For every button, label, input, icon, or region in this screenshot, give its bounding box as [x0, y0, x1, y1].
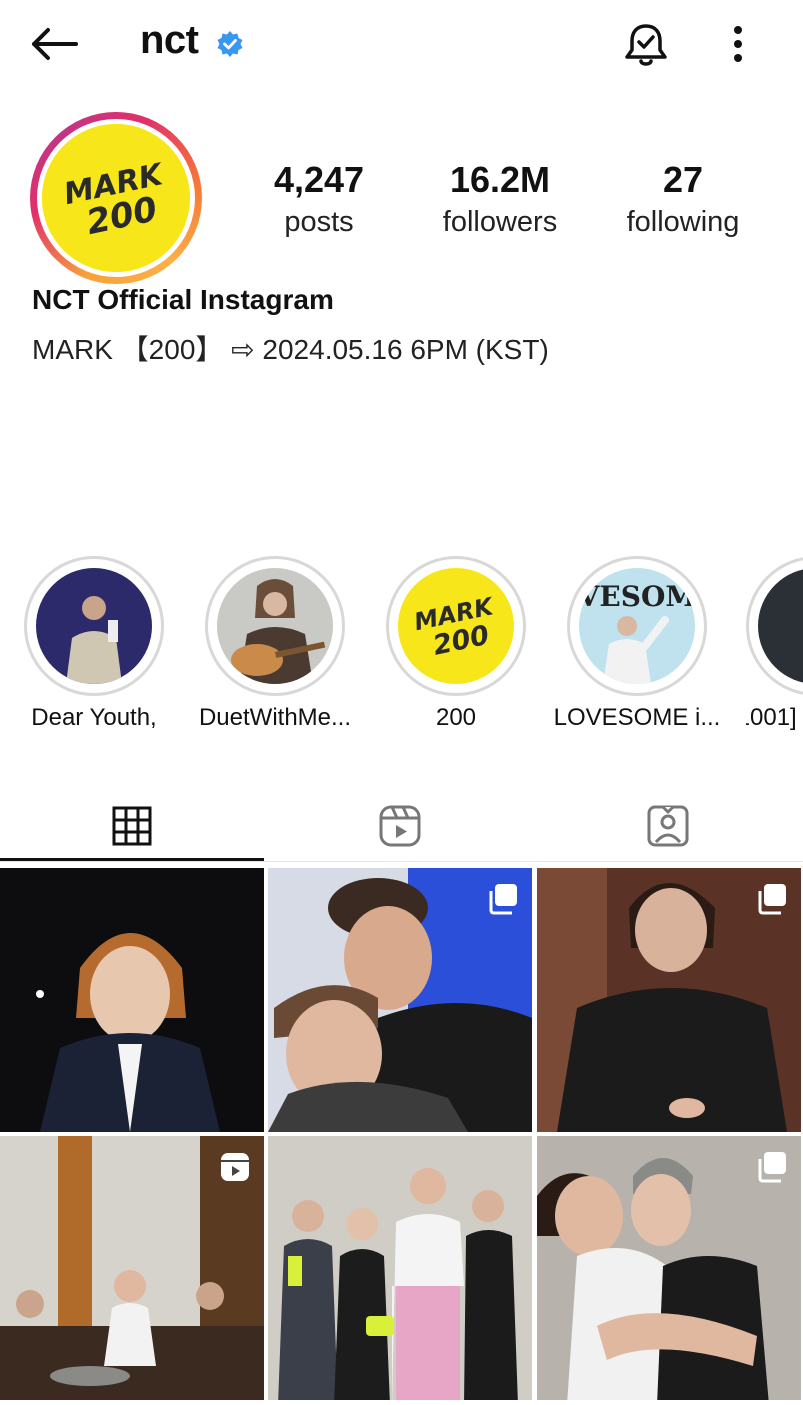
bell-check-icon — [625, 24, 667, 66]
highlight-item[interactable]: Dear Youth, — [22, 556, 166, 731]
arrow-left-icon — [32, 28, 78, 60]
notifications-button[interactable] — [620, 20, 672, 70]
tab-tagged[interactable] — [536, 790, 800, 862]
following-count: 27 — [662, 159, 704, 200]
highlight-cover-image — [36, 568, 152, 684]
profile-avatar[interactable]: MARK 200 — [30, 112, 202, 284]
tab-reels[interactable] — [268, 790, 532, 862]
carousel-badge-icon — [489, 884, 517, 915]
followers-stat[interactable]: 16.2M followers — [415, 158, 585, 242]
profile-username: nct — [140, 18, 199, 62]
reels-icon — [379, 805, 421, 847]
post-thumbnail[interactable] — [537, 868, 801, 1132]
verified-badge-icon — [216, 30, 244, 58]
tab-divider — [0, 861, 803, 862]
posts-label: posts — [284, 206, 354, 238]
profile-bio: MARK 【200】 ⇨ 2024.05.16 6PM (KST) — [32, 334, 549, 365]
post-thumbnail[interactable] — [268, 868, 532, 1132]
post-image — [268, 1136, 532, 1400]
more-options-button[interactable] — [718, 22, 758, 68]
followers-label: followers — [442, 206, 558, 238]
highlight-cover-image — [217, 568, 333, 684]
carousel-badge-icon — [758, 884, 786, 915]
posts-stat[interactable]: 4,247 posts — [234, 158, 404, 242]
svg-text:VESOM: VESOM — [579, 580, 695, 613]
highlight-label: 200 — [435, 704, 477, 731]
highlight-item[interactable]: VESOM LOVESOME i... — [554, 556, 720, 731]
highlight-label: Dear Youth, — [31, 704, 157, 731]
post-thumbnail[interactable] — [537, 1136, 801, 1400]
highlight-label: [1001] — [746, 704, 797, 731]
carousel-badge-icon — [758, 1152, 786, 1183]
profile-display-name: NCT Official Instagram — [32, 284, 334, 315]
more-vertical-icon — [734, 26, 742, 62]
highlight-item[interactable]: MARK 200 200 — [384, 556, 528, 731]
tagged-person-icon — [647, 805, 689, 847]
tab-posts-grid[interactable] — [0, 790, 264, 862]
post-thumbnail[interactable] — [0, 868, 264, 1132]
post-image — [0, 868, 264, 1132]
highlight-item[interactable]: DuetWithMe... — [199, 556, 351, 731]
avatar-logo-image: MARK 200 — [42, 124, 190, 272]
highlight-item[interactable]: [1001] — [746, 556, 803, 746]
following-label: following — [626, 206, 740, 238]
post-thumbnail[interactable] — [268, 1136, 532, 1400]
highlight-cover-image: MARK 200 — [398, 568, 514, 684]
followers-count: 16.2M — [449, 159, 551, 200]
posts-count: 4,247 — [273, 159, 365, 200]
back-button[interactable] — [26, 20, 82, 68]
highlight-cover-image — [758, 568, 803, 684]
highlight-label: LOVESOME i... — [553, 704, 721, 731]
highlight-label: DuetWithMe... — [198, 704, 352, 731]
grid-icon — [112, 806, 152, 846]
highlight-cover-image: VESOM — [579, 568, 695, 684]
post-thumbnail[interactable] — [0, 1136, 264, 1400]
following-stat[interactable]: 27 following — [598, 158, 768, 242]
reel-badge-icon — [221, 1153, 249, 1181]
